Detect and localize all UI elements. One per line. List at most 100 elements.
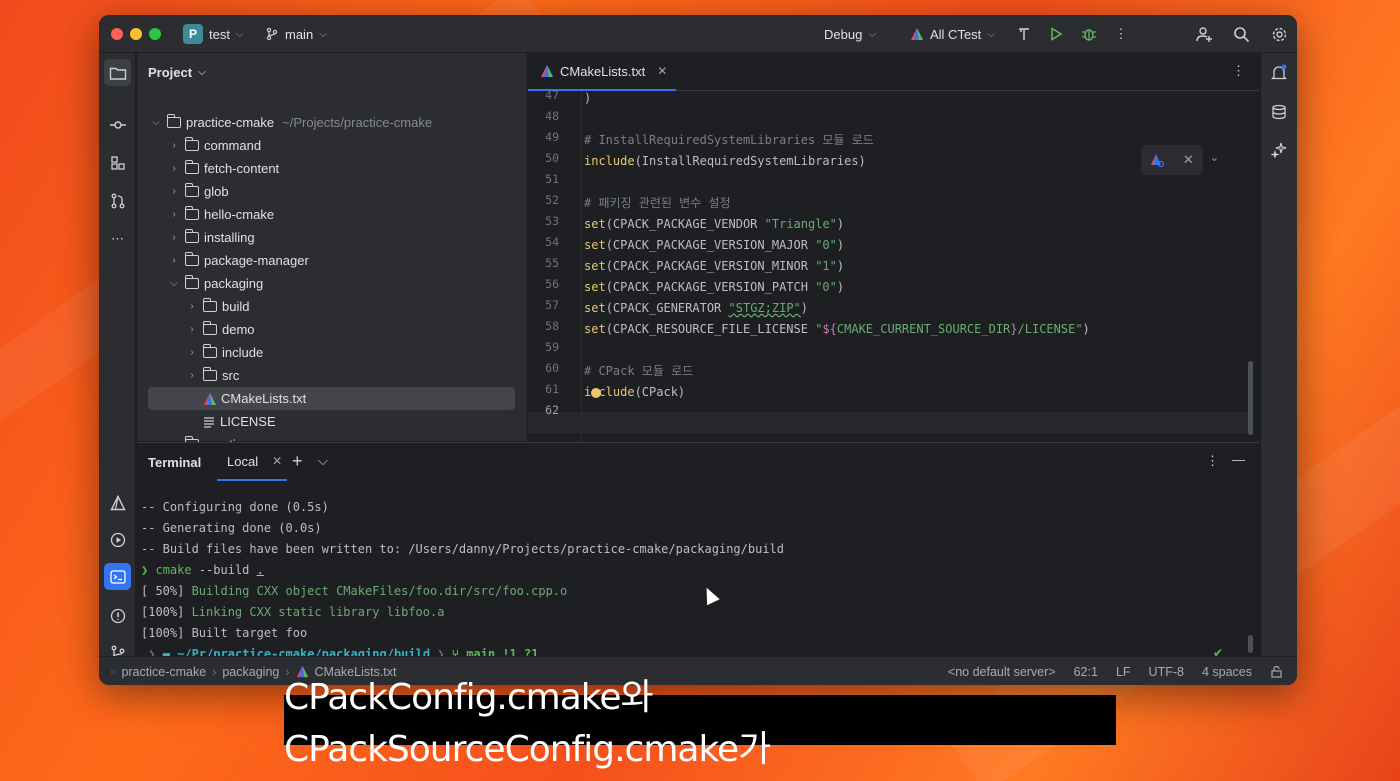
build-progress: [100%]: [141, 605, 192, 619]
chevron-right-icon[interactable]: ›: [185, 347, 199, 358]
chevron-down-icon[interactable]: ⌄: [1210, 151, 1219, 164]
folder-icon: [203, 298, 217, 312]
line-number: 51: [545, 172, 559, 186]
project-panel-header[interactable]: Project ⌵: [148, 65, 206, 80]
notifications-bell-icon[interactable]: [1265, 59, 1292, 86]
chevron-down-icon[interactable]: ⌵: [318, 453, 328, 469]
chevron-right-icon[interactable]: ›: [167, 209, 181, 220]
close-tab-icon[interactable]: ✕: [272, 454, 282, 468]
search-icon[interactable]: [1231, 24, 1251, 44]
project-name: test: [209, 26, 230, 42]
tree-item-package-manager[interactable]: › package-manager: [137, 249, 527, 272]
tree-item-build[interactable]: › build: [137, 295, 527, 318]
line-separator[interactable]: LF: [1116, 665, 1131, 679]
terminal-command-line: ❯ cmake --build .: [141, 560, 264, 580]
terminal-icon[interactable]: [104, 563, 131, 590]
project-panel: Project ⌵ ⌵ practice-cmake ~/Projects/pr…: [137, 53, 527, 452]
breadcrumb-item[interactable]: packaging: [222, 665, 279, 679]
tree-item-label: CMakeLists.txt: [221, 391, 307, 406]
settings-gear-icon[interactable]: [1269, 24, 1289, 44]
code-line: set(CPACK_PACKAGE_VERSION_MAJOR "0"): [584, 238, 845, 252]
chevron-down-icon: ⌵: [235, 28, 244, 40]
tree-item-packaging[interactable]: ⌵ packaging: [137, 272, 527, 295]
chevron-right-icon[interactable]: ›: [167, 140, 181, 151]
file-encoding[interactable]: UTF-8: [1149, 665, 1184, 679]
project-folder-icon[interactable]: [104, 59, 131, 86]
structure-icon[interactable]: [104, 149, 131, 176]
add-user-icon[interactable]: [1194, 24, 1214, 44]
build-hammer-icon[interactable]: [1014, 24, 1034, 44]
lock-icon[interactable]: [1270, 665, 1283, 678]
cmake-file-icon: [540, 64, 554, 78]
cmake-icon: [910, 27, 924, 41]
chevron-down-icon[interactable]: ⌵: [167, 278, 181, 289]
tree-item-cmakelists[interactable]: CMakeLists.txt: [148, 387, 515, 410]
tree-item-license[interactable]: LICENSE: [137, 410, 527, 433]
minimize-window-button[interactable]: [130, 28, 142, 40]
branch-switcher[interactable]: main ⌵: [265, 15, 327, 53]
terminal-scrollbar[interactable]: [1248, 635, 1253, 653]
close-tab-icon[interactable]: ✕: [657, 64, 667, 78]
chevron-right-icon[interactable]: ›: [167, 255, 181, 266]
zoom-window-button[interactable]: [149, 28, 161, 40]
breadcrumb-item[interactable]: practice-cmake: [121, 665, 206, 679]
tree-item-command[interactable]: › command: [137, 134, 527, 157]
chevron-right-icon[interactable]: ›: [167, 232, 181, 243]
terminal-panel: Terminal Local ✕ + ⌵ ⋮ — -- Configuring …: [137, 442, 1259, 661]
terminal-line: -- Configuring done (0.5s): [141, 500, 329, 514]
run-icon[interactable]: [1046, 24, 1066, 44]
folder-icon: [203, 321, 217, 335]
tree-item-demo[interactable]: › demo: [137, 318, 527, 341]
tree-item-hello-cmake[interactable]: › hello-cmake: [137, 203, 527, 226]
tree-item-installing[interactable]: › installing: [137, 226, 527, 249]
project-switcher[interactable]: P test ⌵: [183, 15, 244, 53]
database-icon[interactable]: [1265, 98, 1292, 125]
lightbulb-intention-icon[interactable]: [591, 388, 601, 398]
terminal-build-line: [ 50%] Building CXX object CMakeFiles/fo…: [141, 581, 567, 601]
tree-item-fetch-content[interactable]: › fetch-content: [137, 157, 527, 180]
cmake-tool-icon[interactable]: [104, 489, 131, 516]
target-dropdown[interactable]: All CTest ⌵: [910, 15, 995, 53]
new-terminal-plus-icon[interactable]: +: [292, 451, 303, 472]
tab-cmakelists[interactable]: CMakeLists.txt ✕: [528, 53, 676, 91]
video-subtitle: CPackConfig.cmake와 CPackSourceConfig.cma…: [284, 677, 1116, 770]
more-tools-icon[interactable]: ⋯: [104, 225, 131, 252]
tree-item-glob[interactable]: › glob: [137, 180, 527, 203]
tree-item-src[interactable]: › src: [137, 364, 527, 387]
terminal-options-icon[interactable]: ⋮: [1206, 453, 1219, 469]
close-window-button[interactable]: [111, 28, 123, 40]
commit-icon[interactable]: [104, 111, 131, 138]
tab-local[interactable]: Local ✕: [217, 443, 287, 481]
cmake-reload-icon[interactable]: [1150, 153, 1165, 167]
tree-item-practice-cmake[interactable]: ⌵ practice-cmake ~/Projects/practice-cma…: [137, 111, 527, 134]
target-label: All CTest: [930, 26, 982, 42]
ide-window: P test ⌵ main ⌵ Debug ⌵ All CTest ⌵ ⋮ ⋯ …: [99, 15, 1297, 685]
module-icon: ▫: [111, 664, 116, 679]
editor-scrollbar[interactable]: [1248, 361, 1253, 435]
tree-item-label: package-manager: [204, 253, 309, 268]
problems-icon[interactable]: [104, 602, 131, 629]
close-popup-icon[interactable]: ✕: [1183, 152, 1194, 168]
run-config-dropdown[interactable]: Debug ⌵: [824, 15, 876, 53]
ai-assistant-sparkle-icon[interactable]: [1265, 136, 1292, 163]
chevron-right-icon[interactable]: ›: [167, 163, 181, 174]
chevron-right-icon[interactable]: ›: [167, 186, 181, 197]
chevron-right-icon[interactable]: ›: [185, 370, 199, 381]
chevron-down-icon: ⌵: [987, 28, 995, 40]
tree-item-include[interactable]: › include: [137, 341, 527, 364]
pull-requests-icon[interactable]: [104, 187, 131, 214]
chevron-down-icon: ⌵: [868, 28, 876, 40]
hide-panel-icon[interactable]: —: [1232, 452, 1245, 467]
chevron-right-icon[interactable]: ›: [185, 301, 199, 312]
terminal-title: Terminal: [148, 455, 202, 470]
tab-label: CMakeLists.txt: [560, 63, 646, 79]
indent-setting[interactable]: 4 spaces: [1202, 665, 1252, 679]
tab-actions-more-icon[interactable]: ⋮: [1232, 63, 1245, 79]
more-actions-icon[interactable]: ⋮: [1111, 24, 1131, 44]
code-line: # InstallRequiredSystemLibraries 모듈 로드: [584, 133, 874, 147]
chevron-right-icon[interactable]: ›: [185, 324, 199, 335]
services-run-icon[interactable]: [104, 526, 131, 553]
line-number: 58: [545, 319, 559, 333]
chevron-down-icon[interactable]: ⌵: [149, 117, 163, 128]
debug-bug-icon[interactable]: [1079, 24, 1099, 44]
